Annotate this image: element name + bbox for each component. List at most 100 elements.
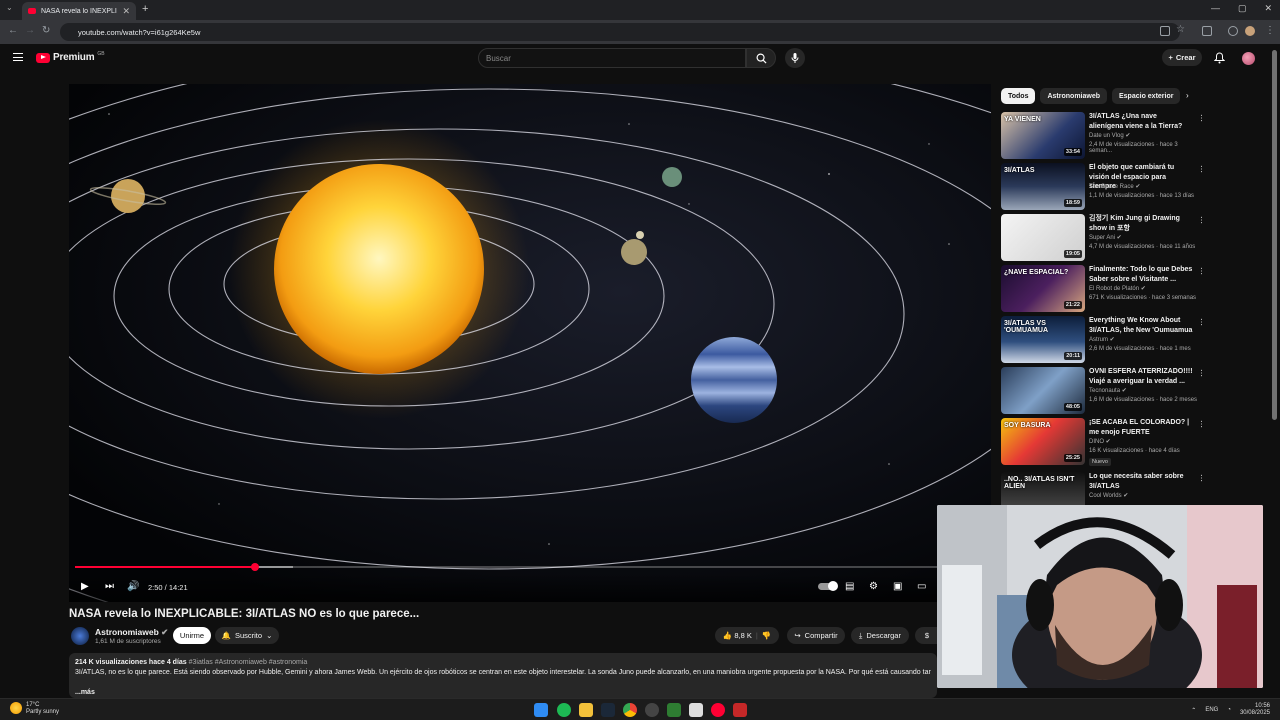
recommendation-channel[interactable]: The Space Race ✔ <box>1089 183 1140 190</box>
channel-avatar[interactable] <box>71 627 89 645</box>
downloads-icon[interactable] <box>1228 26 1238 36</box>
recommendation-item[interactable]: SOY BASURA 25:25 ¡SE ACABA EL COLORADO? | … <box>1001 418 1206 466</box>
video-thumbnail[interactable]: 48:05 <box>1001 367 1085 414</box>
forward-icon[interactable]: → <box>25 25 35 36</box>
video-thumbnail[interactable]: SOY BASURA 25:25 <box>1001 418 1085 465</box>
windows-start-icon[interactable] <box>534 703 548 717</box>
tray-chevron-icon[interactable]: ⌃ <box>1191 707 1196 714</box>
autoplay-toggle[interactable] <box>818 581 838 591</box>
app-icon[interactable] <box>645 703 659 717</box>
shield-app-icon[interactable] <box>667 703 681 717</box>
clock[interactable]: 10:56 30/08/2025 <box>1240 703 1270 717</box>
chip-todos[interactable]: Todos <box>1001 88 1036 104</box>
back-icon[interactable]: ← <box>8 25 18 36</box>
bookmark-star-icon[interactable]: ☆ <box>1176 24 1185 35</box>
video-thumbnail[interactable]: 3I/ATLAS 18:59 <box>1001 163 1085 210</box>
recommendation-item[interactable]: 3I/ATLAS VS 'OUMUAMUA 20:11 Everything We … <box>1001 316 1206 364</box>
recommendation-title[interactable]: Lo que necesita saber sobre 3I/ATLAS <box>1089 472 1193 491</box>
chip-espacio-exterior[interactable]: Espacio exterior <box>1112 88 1181 104</box>
reload-icon[interactable]: ↻ <box>42 25 50 36</box>
share-button[interactable]: ↪ Compartir <box>787 627 845 644</box>
more-options-icon[interactable]: ⋯ <box>1197 318 1206 326</box>
video-thumbnail[interactable]: 3I/ATLAS VS 'OUMUAMUA 20:11 <box>1001 316 1085 363</box>
more-options-icon[interactable]: ⋯ <box>1197 165 1206 173</box>
search-button[interactable] <box>746 48 776 68</box>
video-thumbnail[interactable]: ¿NAVE ESPACIAL? 21:22 <box>1001 265 1085 312</box>
recommendation-channel[interactable]: El Robot de Platón ✔ <box>1089 285 1146 292</box>
create-button[interactable]: + Crear <box>1162 49 1202 66</box>
store-icon[interactable] <box>689 703 703 717</box>
youtube-logo[interactable]: Premium GB <box>36 51 105 63</box>
settings-gear-icon[interactable]: ⚙ <box>869 581 878 592</box>
recommendation-title[interactable]: 김정기 Kim Jung gi Drawing show in 포항 <box>1089 214 1193 233</box>
volume-icon[interactable]: 🔊 <box>127 581 139 592</box>
notifications-bell-icon[interactable] <box>1214 52 1225 64</box>
recommendation-title[interactable]: OVNI ESFERA ATERRIZADO!!!! Viajé a averi… <box>1089 367 1193 386</box>
recommendation-title[interactable]: Everything We Know About 3I/ATLAS, the N… <box>1089 316 1193 335</box>
show-more-link[interactable]: ...más <box>75 688 931 698</box>
subscribed-button[interactable]: 🔔 Suscrito ⌄ <box>215 627 279 644</box>
recommendation-title[interactable]: ¡SE ACABA EL COLORADO? | me enojo FUERTE <box>1089 418 1193 437</box>
tab-search-icon[interactable]: ⌄ <box>6 3 13 12</box>
recording-app-icon[interactable] <box>733 703 747 717</box>
more-options-icon[interactable]: ⋯ <box>1197 369 1206 377</box>
close-tab-icon[interactable]: ✕ <box>122 6 130 17</box>
recommendation-item[interactable]: 19:05 김정기 Kim Jung gi Drawing show in 포항 S… <box>1001 214 1206 262</box>
channel-name[interactable]: Astronomiaweb ✔ <box>95 627 168 638</box>
language-indicator[interactable]: ENG <box>1205 707 1218 713</box>
video-thumbnail[interactable]: 19:05 <box>1001 214 1085 261</box>
hashtags[interactable]: #3iatlas #Astronomiaweb #astronomia <box>189 659 308 666</box>
video-thumbnail[interactable]: YA VIENEN 33:54 <box>1001 112 1085 159</box>
progress-bar[interactable] <box>75 563 985 571</box>
spotify-icon[interactable] <box>557 703 571 717</box>
voice-search-button[interactable] <box>785 48 805 68</box>
theater-mode-icon[interactable]: ▭ <box>917 581 926 592</box>
recommendation-item[interactable]: 3I/ATLAS 18:59 El objeto que cambiará tu v… <box>1001 163 1206 211</box>
url-field[interactable]: youtube.com/watch?v=i61g264Ke5w <box>60 23 1180 41</box>
download-button[interactable]: ⤓ Descargar <box>851 627 909 644</box>
chrome-icon[interactable] <box>623 703 637 717</box>
recommendation-channel[interactable]: Super Ani ✔ <box>1089 234 1122 241</box>
dislike-icon[interactable]: 👎 <box>762 631 771 640</box>
recommendation-channel[interactable]: Date un Vlog ✔ <box>1089 132 1130 139</box>
youtube-app-icon[interactable] <box>711 703 725 717</box>
recommendation-item[interactable]: YA VIENEN 33:54 3I/ATLAS ¿Una nave alieníg… <box>1001 112 1206 160</box>
recommendation-channel[interactable]: Cool Worlds ✔ <box>1089 492 1128 499</box>
steam-icon[interactable] <box>601 703 615 717</box>
more-options-icon[interactable]: ⋯ <box>1197 474 1206 482</box>
recommendation-channel[interactable]: DINO ✔ <box>1089 438 1111 445</box>
menu-icon[interactable] <box>13 53 23 61</box>
recommendation-title[interactable]: 3I/ATLAS ¿Una nave alienígena viene a la… <box>1089 112 1193 131</box>
account-avatar[interactable] <box>1242 52 1255 65</box>
more-options-icon[interactable]: ⋯ <box>1197 114 1206 122</box>
more-options-icon[interactable]: ⋯ <box>1197 216 1206 224</box>
more-options-icon[interactable]: ⋯ <box>1197 267 1206 275</box>
recommendation-title[interactable]: Finalmente: Todo lo que Debes Saber sobr… <box>1089 265 1193 284</box>
maximize-icon[interactable]: ▢ <box>1238 3 1247 14</box>
network-icon[interactable]: ◔ <box>1227 707 1231 713</box>
file-explorer-icon[interactable] <box>579 703 593 717</box>
minimize-icon[interactable]: — <box>1211 3 1220 14</box>
extensions-icon[interactable] <box>1202 26 1212 36</box>
more-options-icon[interactable]: ⋯ <box>1197 420 1206 428</box>
profile-icon[interactable] <box>1245 26 1255 36</box>
subtitles-icon[interactable]: ▤ <box>845 581 854 592</box>
like-button[interactable]: 👍 8,8 K <box>723 631 752 640</box>
miniplayer-icon[interactable]: ▣ <box>893 581 902 592</box>
weather-widget[interactable]: 17°C Partly sunny <box>10 702 59 716</box>
browser-menu-icon[interactable]: ⋮ <box>1265 25 1275 36</box>
search-input[interactable]: Buscar <box>478 48 746 68</box>
chevron-right-icon[interactable]: › <box>1186 91 1189 100</box>
play-icon[interactable]: ▶ <box>81 581 89 592</box>
next-icon[interactable]: ⏭ <box>105 581 114 592</box>
close-window-icon[interactable]: ✕ <box>1264 3 1272 14</box>
install-icon[interactable] <box>1160 26 1170 36</box>
recommendation-channel[interactable]: Tecnonauta ✔ <box>1089 387 1127 394</box>
new-tab-icon[interactable]: + <box>142 3 148 15</box>
video-player[interactable]: ▶ ⏭ 🔊 2:50 / 14:21 ▤ ⚙ ▣ ▭ <box>69 84 991 602</box>
recommendation-item[interactable]: 48:05 OVNI ESFERA ATERRIZADO!!!! Viajé a … <box>1001 367 1206 415</box>
page-scrollbar[interactable] <box>1272 50 1277 420</box>
join-button[interactable]: Unirme <box>173 627 211 644</box>
thanks-button[interactable]: $ <box>915 627 939 644</box>
recommendation-channel[interactable]: Astrum ✔ <box>1089 336 1115 343</box>
